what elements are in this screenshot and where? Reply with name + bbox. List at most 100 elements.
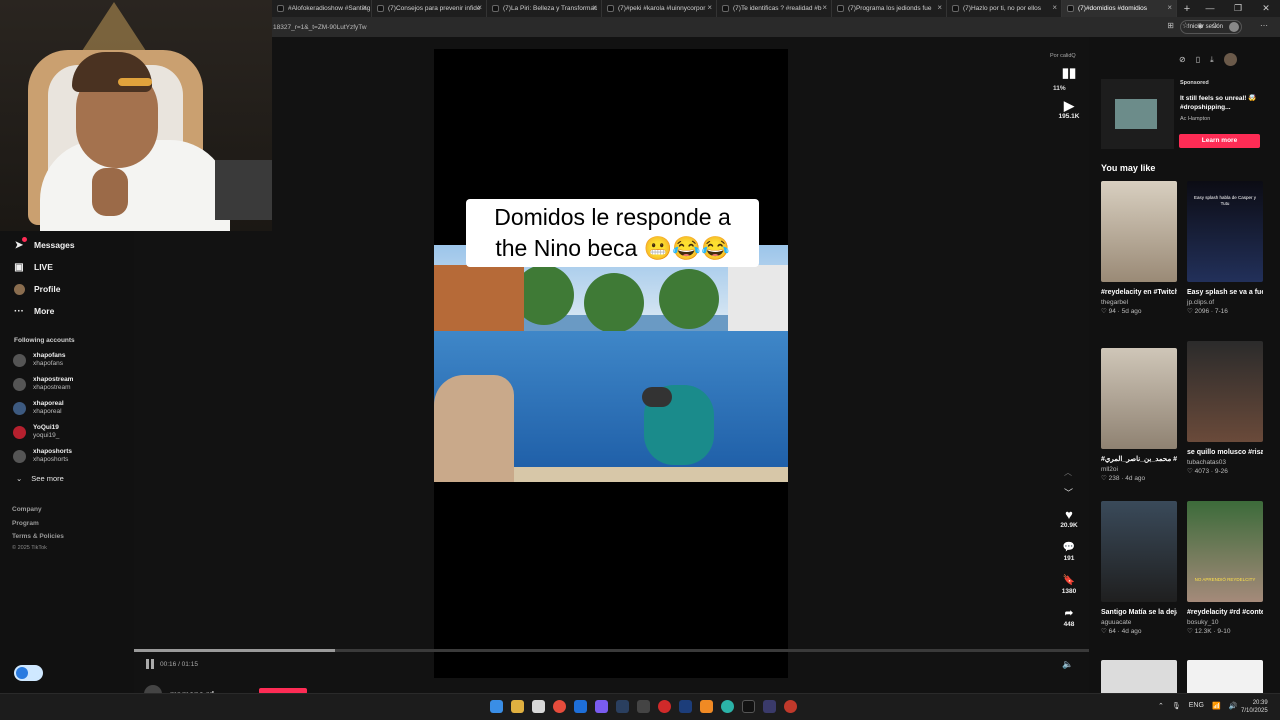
vlc-icon[interactable] <box>700 700 713 713</box>
following-account[interactable]: xhaposhorts xhaposhorts <box>13 448 72 464</box>
video-frame <box>434 245 788 482</box>
browser-tab[interactable]: (7)Te identificas ? #realidad #b × <box>717 0 832 17</box>
language-indicator[interactable]: ENG <box>1189 702 1204 710</box>
previous-video-button[interactable]: ︿ <box>1064 467 1072 478</box>
browser-tab[interactable]: (7)La Piri: Belleza y Transformac × <box>487 0 602 17</box>
new-tab-button[interactable]: + <box>1177 3 1197 15</box>
save-button[interactable]: 🔖 1380 <box>1054 574 1084 595</box>
following-account[interactable]: xhaporeal xhaporeal <box>13 400 64 416</box>
browser-tab[interactable]: #Alofokeradioshow #Santiag × <box>272 0 372 17</box>
close-icon[interactable]: × <box>592 3 597 12</box>
nav-profile[interactable]: Profile <box>13 283 60 295</box>
browser-tab[interactable]: (7)Consejos para prevenir infide × <box>372 0 487 17</box>
close-icon[interactable]: × <box>707 3 712 12</box>
card-likes: 238 <box>1108 475 1120 482</box>
see-more-button[interactable]: ⌄ See more <box>16 474 64 483</box>
footer-link-program[interactable]: Program <box>12 520 39 527</box>
close-icon[interactable]: × <box>362 3 367 12</box>
close-icon[interactable]: × <box>1052 3 1057 12</box>
stats-bar-icon[interactable]: ▮▮ <box>1054 66 1084 80</box>
more-menu-icon[interactable]: ⋯ <box>1260 21 1268 30</box>
wifi-icon[interactable]: 📶 <box>1212 702 1221 710</box>
browser-tab-active[interactable]: (7)#domidios #domidios × <box>1062 0 1177 17</box>
file-explorer-icon[interactable] <box>511 700 524 713</box>
close-icon[interactable]: × <box>822 3 827 12</box>
pause-icon[interactable] <box>146 659 156 669</box>
recommended-video-card[interactable]: Easy splash habla de Casper y Tutu Easy … <box>1187 181 1263 315</box>
minimize-icon[interactable]: — <box>1196 0 1224 17</box>
video-thumbnail-partial[interactable] <box>1187 660 1263 693</box>
card-title: se quillo molusco #risa #comedia... <box>1187 449 1263 456</box>
url-field[interactable]: 18327_r=1&_t=ZM-90LutYzfyTw <box>273 24 367 31</box>
comment-button[interactable]: 💬 191 <box>1054 541 1084 562</box>
discord-icon[interactable] <box>595 700 608 713</box>
recommended-video-card[interactable]: Santigo Matía se la deja caer a El Alfa,… <box>1101 501 1177 635</box>
recommended-video-card[interactable]: #محمد_بن_ناصر_المري #viral #foryou #fyp … <box>1101 348 1177 482</box>
chrome-icon[interactable] <box>553 700 566 713</box>
volume-icon[interactable]: 🔈 <box>1062 659 1073 670</box>
browser-tab[interactable]: (7)#peki #karola #luinnycorpor × <box>602 0 717 17</box>
calendar-icon[interactable] <box>532 700 545 713</box>
video-thumbnail-partial[interactable] <box>1101 660 1177 693</box>
ad-author[interactable]: Ac Hampton <box>1180 116 1210 122</box>
app-install-icon[interactable]: ⊞ <box>1167 21 1174 30</box>
chevron-up-icon[interactable]: ⌃ <box>1158 702 1164 710</box>
edge-icon[interactable] <box>721 700 734 713</box>
video-progress-bar[interactable] <box>134 649 1089 652</box>
following-account[interactable]: YoQui19 yoqui19_ <box>13 424 59 440</box>
windows-start-icon[interactable] <box>490 700 503 713</box>
taskbar-clock[interactable]: 20:39 7/10/2025 <box>1241 699 1268 715</box>
tab-label: (7)Consejos para prevenir infide <box>388 5 481 12</box>
ad-thumbnail[interactable] <box>1101 79 1174 149</box>
video-time: 00:16 / 01:15 <box>160 661 198 668</box>
footer-link-terms[interactable]: Terms & Policies <box>12 533 64 540</box>
terminal-icon[interactable] <box>763 700 776 713</box>
phone-icon[interactable]: ▯ <box>1196 55 1200 64</box>
share-button[interactable]: ➦ 448 <box>1054 607 1084 628</box>
theme-toggle[interactable] <box>14 665 43 681</box>
nav-more[interactable]: ··· More <box>13 305 54 317</box>
close-icon[interactable]: × <box>937 3 942 12</box>
following-account[interactable]: xhapofans xhapofans <box>13 352 66 368</box>
signin-button[interactable]: Iniciar sesión <box>1179 20 1242 34</box>
next-video-button[interactable]: ﹀ <box>1064 486 1073 499</box>
opera-icon[interactable] <box>784 700 797 713</box>
download-icon[interactable]: ⤓ <box>1210 55 1214 65</box>
ad-text[interactable]: It still feels so unreal! 🤯 #dropshippin… <box>1180 94 1275 112</box>
close-icon[interactable]: × <box>477 3 482 12</box>
microphone-icon[interactable]: 🎙 <box>1172 702 1181 710</box>
like-button[interactable]: ♥ 20.9K <box>1054 508 1084 530</box>
avatar <box>13 377 26 391</box>
obs-icon[interactable] <box>637 700 650 713</box>
recommended-video-card[interactable]: se quillo molusco #risa #comedia... tuba… <box>1187 341 1263 475</box>
profile-avatar-icon <box>13 283 25 295</box>
close-icon[interactable]: × <box>1167 3 1172 12</box>
nav-messages[interactable]: ➤ Messages <box>13 237 75 251</box>
plays-stat[interactable]: ▶ 195.1K <box>1054 99 1084 121</box>
tab-favicon-icon <box>837 5 844 12</box>
card-meta: ♡ 12.3K · 9-10 <box>1187 628 1231 635</box>
record-icon[interactable] <box>658 700 671 713</box>
recommended-video-card[interactable]: NO APRENDIÓ REYDELCITY #reydelacity #rd … <box>1187 501 1263 635</box>
browser-tab[interactable]: (7)Programa los jedionds fue × <box>832 0 947 17</box>
card-author: jp.clips.of <box>1187 299 1215 306</box>
quality-label[interactable]: Por calidQ <box>1050 53 1076 59</box>
tiktok-icon[interactable] <box>742 700 755 713</box>
browser-tab[interactable]: (7)Hazlo por ti, no por ellos × <box>947 0 1062 17</box>
footer-link-company[interactable]: Company <box>12 506 42 513</box>
compass-icon[interactable]: ⊘ <box>1179 55 1186 64</box>
outlook-icon[interactable] <box>574 700 587 713</box>
avatar[interactable] <box>1223 53 1237 66</box>
following-account[interactable]: xhapostream xhapostream <box>13 376 73 392</box>
maximize-icon[interactable]: ❐ <box>1224 0 1252 17</box>
speaker-icon[interactable]: 🔊 <box>1229 702 1238 710</box>
steam-icon[interactable] <box>616 700 629 713</box>
card-age: 4d ago <box>1125 475 1146 482</box>
close-window-icon[interactable]: ✕ <box>1252 0 1280 17</box>
recommended-video-card[interactable]: #reydelacity en #Twitch |... thegarbel ♡… <box>1101 181 1177 315</box>
learn-more-button[interactable]: Learn more <box>1179 134 1260 148</box>
tab-favicon-icon <box>1067 5 1074 12</box>
nav-live[interactable]: ▣ LIVE <box>13 261 53 273</box>
photoshop-icon[interactable] <box>679 700 692 713</box>
video-player[interactable] <box>434 49 788 678</box>
